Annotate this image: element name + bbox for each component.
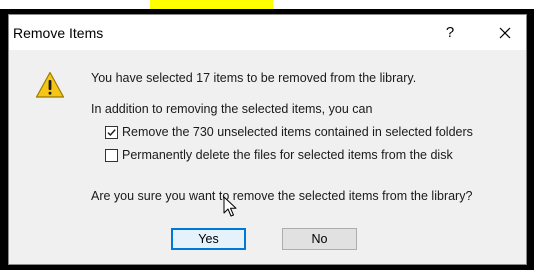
permanently-delete-label[interactable]: Permanently delete the files for selecte… — [122, 148, 453, 162]
message-additional-options: In addition to removing the selected ite… — [91, 102, 373, 116]
close-button[interactable] — [483, 15, 527, 50]
close-icon — [499, 27, 511, 38]
no-button[interactable]: No — [282, 228, 357, 250]
remove-unselected-checkbox[interactable] — [105, 126, 118, 139]
checkmark-icon — [107, 129, 116, 137]
dialog-title: Remove Items — [13, 25, 104, 41]
highlight-mark — [150, 0, 273, 9]
mouse-cursor-icon — [223, 196, 237, 217]
yes-button[interactable]: Yes — [171, 228, 246, 250]
warning-icon — [35, 71, 65, 98]
remove-unselected-label[interactable]: Remove the 730 unselected items containe… — [122, 125, 473, 139]
dialog-titlebar: Remove Items ? — [9, 15, 526, 50]
screenshot-canvas: Remove Items ? You have selected 17 item… — [0, 0, 534, 270]
confirmation-question: Are you sure you want to remove the sele… — [91, 189, 473, 203]
remove-items-dialog: Remove Items ? You have selected 17 item… — [8, 14, 527, 265]
help-button[interactable]: ? — [430, 15, 470, 50]
permanently-delete-checkbox[interactable] — [105, 149, 118, 162]
message-selected-count: You have selected 17 items to be removed… — [91, 71, 417, 85]
dialog-body: You have selected 17 items to be removed… — [9, 50, 526, 265]
